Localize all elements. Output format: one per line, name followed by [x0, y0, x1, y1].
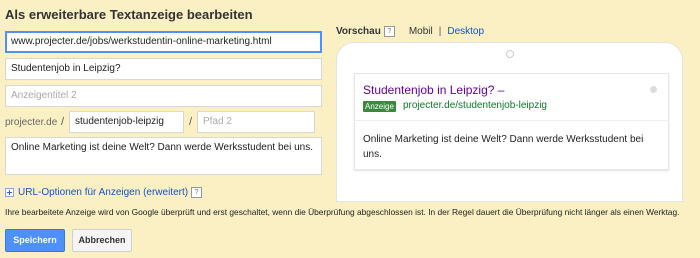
domain-prefix: projecter.de: [5, 117, 58, 128]
headline2-input[interactable]: Anzeigentitel 2: [5, 85, 322, 107]
path-separator: /: [189, 116, 193, 128]
expand-plus-icon[interactable]: [5, 188, 14, 197]
page-title: Als erweiterbare Textanzeige bearbeiten: [5, 7, 253, 22]
tab-mobile[interactable]: Mobil: [409, 26, 433, 37]
ad-divider: [354, 120, 669, 121]
final-url-input[interactable]: www.projecter.de/jobs/werkstudentin-onli…: [5, 31, 322, 53]
ad-display-url: projecter.de/studentenjob-leipzig: [403, 100, 547, 111]
headline1-input[interactable]: Studentenjob in Leipzig?: [5, 58, 322, 80]
preview-header: Vorschau? Mobil | Desktop: [336, 26, 484, 37]
ad-description: Online Marketing ist deine Welt? Dann we…: [363, 134, 644, 160]
save-button[interactable]: Speichern: [5, 229, 65, 252]
url-options-toggle[interactable]: URL-Optionen für Anzeigen (erweitert)?: [5, 187, 203, 198]
path2-input[interactable]: Pfad 2: [197, 111, 315, 133]
preview-label: Vorschau: [336, 26, 381, 38]
help-icon[interactable]: ?: [191, 187, 203, 198]
ad-headline: Studentenjob in Leipzig? –: [363, 83, 505, 97]
tab-desktop[interactable]: Desktop: [447, 26, 484, 37]
cancel-button[interactable]: Abbrechen: [72, 229, 132, 252]
info-dot-icon: [650, 86, 657, 93]
description-input[interactable]: Online Marketing ist deine Welt? Dann we…: [5, 137, 322, 175]
ad-badge: Anzeige: [363, 101, 396, 112]
phone-camera-icon: [506, 50, 514, 58]
help-icon[interactable]: ?: [383, 26, 395, 37]
path1-input[interactable]: studentenjob-leipzig: [69, 111, 184, 133]
path-separator: /: [61, 116, 65, 128]
review-notice: Ihre bearbeitete Anzeige wird von Google…: [5, 207, 680, 217]
tab-separator: |: [438, 26, 442, 38]
url-options-label[interactable]: URL-Optionen für Anzeigen (erweitert): [18, 187, 188, 198]
